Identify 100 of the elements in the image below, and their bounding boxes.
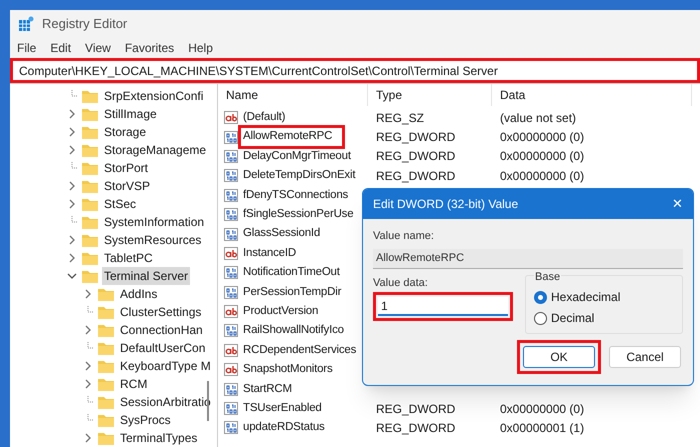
dialog-button[interactable]: OK (523, 346, 595, 368)
tree-item[interactable]: KeyboardType M (118, 357, 213, 375)
tree-item[interactable]: ConnectionHan (118, 321, 205, 339)
tree-item[interactable]: StorVSP (102, 177, 152, 195)
binary-value-icon (224, 208, 238, 222)
folder-icon (97, 394, 115, 410)
value-type: REG_DWORD (375, 420, 456, 437)
column-header[interactable]: Name (218, 84, 368, 106)
value-name[interactable]: SnapshotMonitors (241, 361, 334, 378)
value-type: REG_DWORD (375, 400, 456, 418)
string-value-icon (224, 111, 238, 124)
folder-icon (81, 124, 99, 140)
value-name[interactable]: AllowRemoteRPC (241, 128, 342, 146)
radio-button[interactable] (534, 312, 547, 324)
string-value-icon (224, 305, 238, 318)
folder-icon (81, 250, 99, 266)
value-name[interactable]: RailShowallNotifyIco (241, 322, 346, 340)
tree-item[interactable]: StorageManageme (102, 141, 208, 159)
tree-item[interactable]: TabletPC (102, 249, 155, 267)
value-name[interactable]: DeleteTempDirsOnExit (241, 167, 358, 184)
tree-item[interactable]: SysProcs (118, 411, 173, 429)
value-type: REG_DWORD (375, 168, 456, 185)
binary-value-icon (224, 382, 238, 396)
value-name[interactable]: fDenyTSConnections (241, 186, 350, 204)
folder-icon (81, 214, 99, 230)
menu-item[interactable]: Favorites (124, 39, 174, 57)
tree-item[interactable]: SessionArbitratio (118, 393, 213, 411)
tree-item[interactable]: StSec (102, 195, 138, 213)
folder-icon (97, 412, 115, 428)
dialog-button[interactable]: Cancel (609, 346, 681, 368)
string-value-icon (224, 363, 238, 376)
value-name[interactable]: PerSessionTempDir (241, 284, 344, 301)
dialog-title: Edit DWORD (32-bit) Value (373, 196, 518, 213)
binary-value-icon (224, 266, 238, 280)
value-name[interactable]: fSingleSessionPerUse (241, 206, 356, 224)
value-data-field[interactable]: 1 (378, 297, 508, 316)
menu-item[interactable]: View (85, 39, 111, 57)
value-name[interactable]: InstanceID (241, 244, 298, 262)
value-name[interactable]: ProductVersion (241, 302, 320, 320)
folder-icon (97, 304, 115, 320)
value-data: 0x00000000 (0) (499, 168, 584, 185)
registry-app-icon (18, 16, 34, 32)
scrollbar[interactable] (207, 381, 209, 421)
value-type: REG_DWORD (375, 129, 456, 146)
tree-item[interactable]: SystemInformation (102, 213, 206, 231)
value-name[interactable]: TSUserEnabled (241, 400, 324, 418)
binary-value-icon (224, 130, 238, 144)
radio-option[interactable]: Decimal (534, 309, 674, 327)
value-name[interactable]: (Default) (241, 109, 288, 126)
value-data: 0x00000000 (0) (499, 129, 584, 146)
radio-button[interactable] (534, 290, 547, 304)
value-type: REG_SZ (375, 110, 426, 127)
close-button[interactable]: ✕ (672, 194, 683, 214)
binary-value-icon (224, 421, 238, 434)
menu-item[interactable]: Edit (50, 39, 72, 57)
value-data: 0x00000000 (0) (499, 400, 584, 418)
value-name[interactable]: StartRCM (241, 380, 294, 398)
value-data: 0x00000000 (0) (499, 148, 584, 166)
column-header[interactable]: Type (368, 84, 492, 106)
value-name[interactable]: RCDependentServices (241, 342, 358, 359)
value-name[interactable]: NotificationTimeOut (241, 264, 342, 282)
tree-item[interactable]: SystemResources (102, 231, 204, 249)
field-label: Value data: (373, 276, 429, 290)
binary-value-icon (224, 324, 238, 338)
folder-icon (81, 88, 99, 104)
tree-item[interactable]: AddIns (118, 285, 160, 303)
folder-icon (81, 106, 99, 122)
folder-icon (81, 142, 99, 158)
folder-icon (81, 232, 99, 248)
tree-item[interactable]: SrpExtensionConfi (102, 87, 206, 105)
value-type: REG_DWORD (375, 148, 456, 166)
tree-item[interactable]: Terminal Server (102, 267, 190, 285)
string-value-icon (224, 344, 238, 357)
value-name[interactable]: DelayConMgrTimeout (241, 148, 353, 166)
folder-icon (97, 430, 115, 446)
folder-icon (97, 322, 115, 338)
binary-value-icon (224, 402, 238, 416)
tree-item[interactable]: ClusterSettings (118, 303, 204, 321)
string-value-icon (224, 246, 238, 260)
tree-item[interactable]: Storage (102, 123, 148, 141)
menu-item[interactable]: Help (188, 39, 213, 57)
tree-item[interactable]: TerminalTypes (118, 429, 200, 447)
folder-icon (97, 340, 115, 356)
radio-option[interactable]: Hexadecimal (534, 288, 674, 306)
value-name-field[interactable]: AllowRemoteRPC (373, 248, 683, 268)
tree-item[interactable]: RCM (118, 375, 150, 393)
tree-item[interactable]: StorPort (102, 159, 150, 177)
window-title: Registry Editor (42, 15, 128, 34)
value-name[interactable]: updateRDStatus (241, 419, 327, 437)
tree-item[interactable]: DefaultUserCon (118, 339, 208, 357)
folder-icon (81, 178, 99, 194)
binary-value-icon (224, 188, 238, 202)
menu-item[interactable]: File (17, 39, 36, 57)
binary-value-icon (224, 169, 238, 182)
address-bar[interactable]: Computer\HKEY_LOCAL_MACHINE\SYSTEM\CurrentControlSet\Control\Terminal Server (10, 58, 700, 83)
value-name[interactable]: GlassSessionId (241, 225, 322, 243)
folder-icon (97, 358, 115, 374)
column-header[interactable]: Data (492, 84, 692, 106)
tree-item[interactable]: StillImage (102, 105, 159, 123)
binary-value-icon (224, 286, 238, 299)
